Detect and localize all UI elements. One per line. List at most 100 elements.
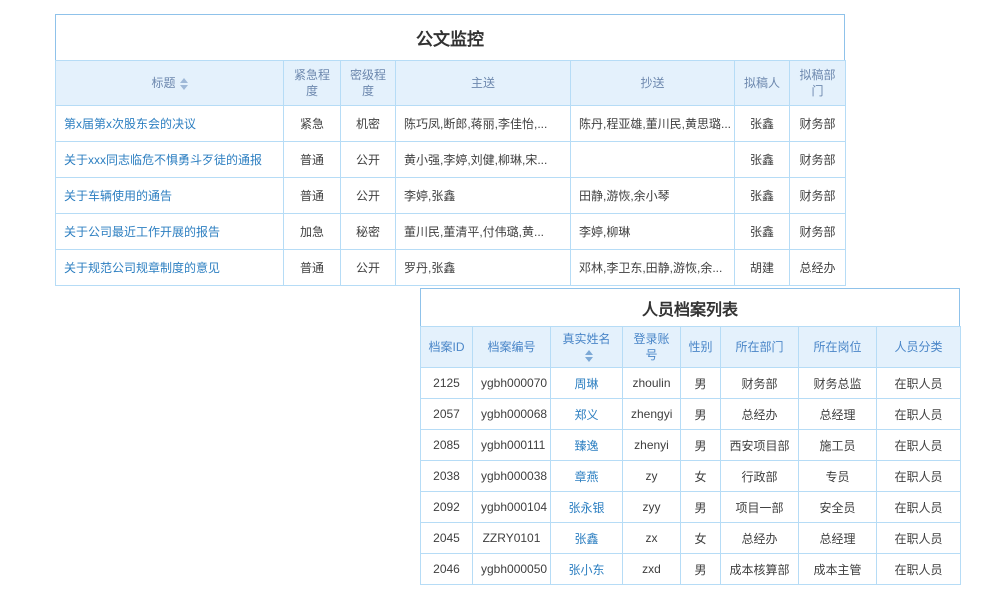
cell-gender: 男: [681, 399, 721, 430]
cell-file-no: ygbh000104: [473, 492, 551, 523]
personnel-header-row: 档案ID 档案编号 真实姓名 登录账号 性别 所在部门 所在岗位 人员分类: [421, 327, 961, 368]
cell-draft-dept: 财务部: [790, 106, 846, 142]
cell-category: 在职人员: [877, 368, 961, 399]
real-name-link[interactable]: 张小东: [551, 554, 623, 585]
cell-gender: 男: [681, 368, 721, 399]
cell-secrecy: 机密: [341, 106, 396, 142]
real-name-link[interactable]: 臻逸: [551, 430, 623, 461]
cell-file-id: 2057: [421, 399, 473, 430]
cell-draft-dept: 财务部: [790, 142, 846, 178]
personnel-col-header-department: 所在部门: [721, 327, 799, 368]
cell-file-no: ygbh000050: [473, 554, 551, 585]
table-row: 2125 ygbh000070 周琳 zhoulin 男 财务部 财务总监 在职…: [421, 368, 961, 399]
cell-draft-dept: 总经办: [790, 250, 846, 286]
cell-account: zhoulin: [623, 368, 681, 399]
cell-category: 在职人员: [877, 523, 961, 554]
doc-col-header-urgency: 紧急程度: [284, 61, 341, 106]
table-row: 关于公司最近工作开展的报告 加急 秘密 董川民,董清平,付伟璐,黄... 李婷,…: [56, 214, 846, 250]
doc-col-header-draft-dept: 拟稿部门: [790, 61, 846, 106]
cell-main-send: 李婷,张鑫: [396, 178, 571, 214]
real-name-link[interactable]: 张永银: [551, 492, 623, 523]
cell-account: zx: [623, 523, 681, 554]
table-row: 2092 ygbh000104 张永银 zyy 男 项目一部 安全员 在职人员: [421, 492, 961, 523]
cell-urgency: 普通: [284, 178, 341, 214]
cell-main-send: 陈巧凤,断郎,蒋丽,李佳怡,...: [396, 106, 571, 142]
doc-col-header-title[interactable]: 标题: [56, 61, 284, 106]
doc-title-link[interactable]: 关于车辆使用的通告: [56, 178, 284, 214]
cell-drafter: 胡建: [735, 250, 790, 286]
cell-account: zyy: [623, 492, 681, 523]
cell-department: 总经办: [721, 523, 799, 554]
personnel-panel: 人员档案列表 档案ID 档案编号 真实姓名 登录账号 性别 所在部门 所在岗位 …: [420, 288, 960, 585]
cell-gender: 男: [681, 492, 721, 523]
real-name-link[interactable]: 郑义: [551, 399, 623, 430]
cell-department: 财务部: [721, 368, 799, 399]
doc-title-link[interactable]: 关于公司最近工作开展的报告: [56, 214, 284, 250]
cell-department: 项目一部: [721, 492, 799, 523]
real-name-link[interactable]: 张鑫: [551, 523, 623, 554]
cell-cc: 李婷,柳琳: [571, 214, 735, 250]
personnel-col-header-real-name[interactable]: 真实姓名: [551, 327, 623, 368]
real-name-link[interactable]: 周琳: [551, 368, 623, 399]
cell-file-no: ygbh000038: [473, 461, 551, 492]
cell-file-no: ygbh000111: [473, 430, 551, 461]
cell-file-id: 2046: [421, 554, 473, 585]
cell-file-id: 2092: [421, 492, 473, 523]
doc-col-header-main-send: 主送: [396, 61, 571, 106]
cell-position: 财务总监: [799, 368, 877, 399]
personnel-col-header-file-no: 档案编号: [473, 327, 551, 368]
personnel-col-header-real-name-label: 真实姓名: [562, 332, 610, 346]
cell-category: 在职人员: [877, 399, 961, 430]
real-name-link[interactable]: 章燕: [551, 461, 623, 492]
cell-main-send: 罗丹,张鑫: [396, 250, 571, 286]
table-row: 2057 ygbh000068 郑义 zhengyi 男 总经办 总经理 在职人…: [421, 399, 961, 430]
cell-cc: 田静,游恢,余小琴: [571, 178, 735, 214]
cell-position: 总经理: [799, 523, 877, 554]
doc-monitor-panel-title: 公文监控: [55, 14, 845, 60]
cell-file-id: 2085: [421, 430, 473, 461]
doc-col-header-cc: 抄送: [571, 61, 735, 106]
cell-secrecy: 公开: [341, 250, 396, 286]
cell-position: 专员: [799, 461, 877, 492]
cell-secrecy: 公开: [341, 178, 396, 214]
cell-urgency: 普通: [284, 250, 341, 286]
cell-position: 成本主管: [799, 554, 877, 585]
cell-drafter: 张鑫: [735, 142, 790, 178]
table-row: 关于车辆使用的通告 普通 公开 李婷,张鑫 田静,游恢,余小琴 张鑫 财务部: [56, 178, 846, 214]
doc-col-header-title-label: 标题: [151, 76, 175, 90]
personnel-col-header-category: 人员分类: [877, 327, 961, 368]
cell-drafter: 张鑫: [735, 214, 790, 250]
cell-main-send: 董川民,董清平,付伟璐,黄...: [396, 214, 571, 250]
cell-account: zy: [623, 461, 681, 492]
cell-gender: 男: [681, 554, 721, 585]
cell-main-send: 黄小强,李婷,刘健,柳琳,宋...: [396, 142, 571, 178]
cell-department: 成本核算部: [721, 554, 799, 585]
personnel-col-header-account: 登录账号: [623, 327, 681, 368]
doc-title-link[interactable]: 第x届第x次股东会的决议: [56, 106, 284, 142]
personnel-col-header-id: 档案ID: [421, 327, 473, 368]
cell-draft-dept: 财务部: [790, 214, 846, 250]
cell-file-id: 2045: [421, 523, 473, 554]
cell-cc: 邓林,李卫东,田静,游恢,余...: [571, 250, 735, 286]
sort-icon[interactable]: [180, 78, 188, 90]
doc-monitor-table: 标题 紧急程度 密级程度 主送 抄送 拟稿人 拟稿部门 第x届第x次股东会的决议…: [55, 60, 846, 286]
cell-account: zhengyi: [623, 399, 681, 430]
doc-title-link[interactable]: 关于xxx同志临危不惧勇斗歹徒的通报: [56, 142, 284, 178]
cell-urgency: 紧急: [284, 106, 341, 142]
cell-cc: [571, 142, 735, 178]
doc-col-header-secrecy: 密级程度: [341, 61, 396, 106]
cell-cc: 陈丹,程亚雄,董川民,黄思璐...: [571, 106, 735, 142]
cell-department: 总经办: [721, 399, 799, 430]
cell-category: 在职人员: [877, 430, 961, 461]
personnel-col-header-gender: 性别: [681, 327, 721, 368]
doc-title-link[interactable]: 关于规范公司规章制度的意见: [56, 250, 284, 286]
personnel-panel-title: 人员档案列表: [420, 288, 960, 326]
sort-icon[interactable]: [585, 350, 593, 362]
cell-file-no: ygbh000068: [473, 399, 551, 430]
cell-category: 在职人员: [877, 492, 961, 523]
table-row: 2038 ygbh000038 章燕 zy 女 行政部 专员 在职人员: [421, 461, 961, 492]
table-row: 2085 ygbh000111 臻逸 zhenyi 男 西安项目部 施工员 在职…: [421, 430, 961, 461]
cell-category: 在职人员: [877, 461, 961, 492]
cell-department: 行政部: [721, 461, 799, 492]
cell-secrecy: 秘密: [341, 214, 396, 250]
